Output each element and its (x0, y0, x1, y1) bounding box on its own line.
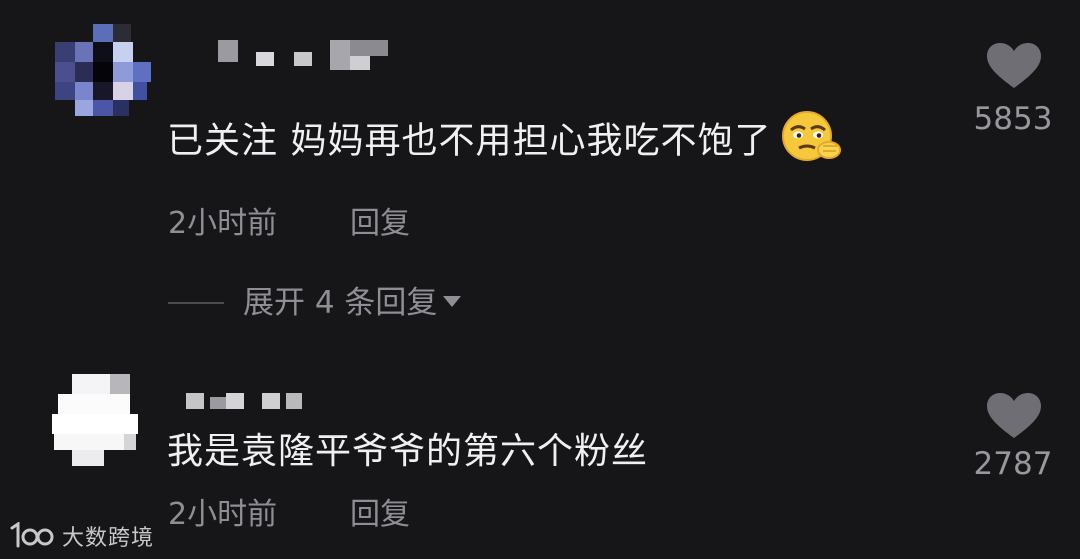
avatar[interactable] (52, 374, 138, 468)
avatar[interactable] (55, 24, 151, 116)
expand-replies-label: 展开 4 条回复 (243, 285, 438, 321)
smirk-emoji-icon (779, 110, 843, 175)
comment-list: 已关注 妈妈再也不用担心我吃不饱了 2小时前 回复 5853 展开 4 条回复 … (0, 0, 1080, 559)
reply-button[interactable]: 回复 (350, 204, 410, 244)
watermark-logo (8, 522, 56, 550)
expand-replies-button[interactable]: 展开 4 条回复 (243, 283, 462, 323)
like-count: 5853 (973, 101, 1053, 137)
reply-button[interactable]: 回复 (350, 495, 410, 535)
comment-time: 2小时前 (168, 497, 278, 532)
comment-body: 已关注 妈妈再也不用担心我吃不饱了 (167, 120, 772, 162)
watermark-text: 大数跨境 (62, 526, 155, 551)
heart-icon[interactable] (986, 42, 1042, 94)
username-mosaic[interactable] (218, 40, 390, 72)
comment-text: 我是袁隆平爷爷的第六个粉丝 (167, 431, 649, 472)
comment-time: 2小时前 (168, 206, 278, 241)
heart-icon[interactable] (986, 392, 1042, 444)
like-count: 2787 (973, 446, 1053, 482)
watermark: 大数跨境 (8, 520, 154, 552)
comment-text: 已关注 妈妈再也不用担心我吃不饱了 (167, 110, 843, 175)
username-mosaic[interactable] (186, 393, 316, 411)
expand-divider (168, 302, 224, 304)
caret-down-icon (443, 296, 462, 307)
